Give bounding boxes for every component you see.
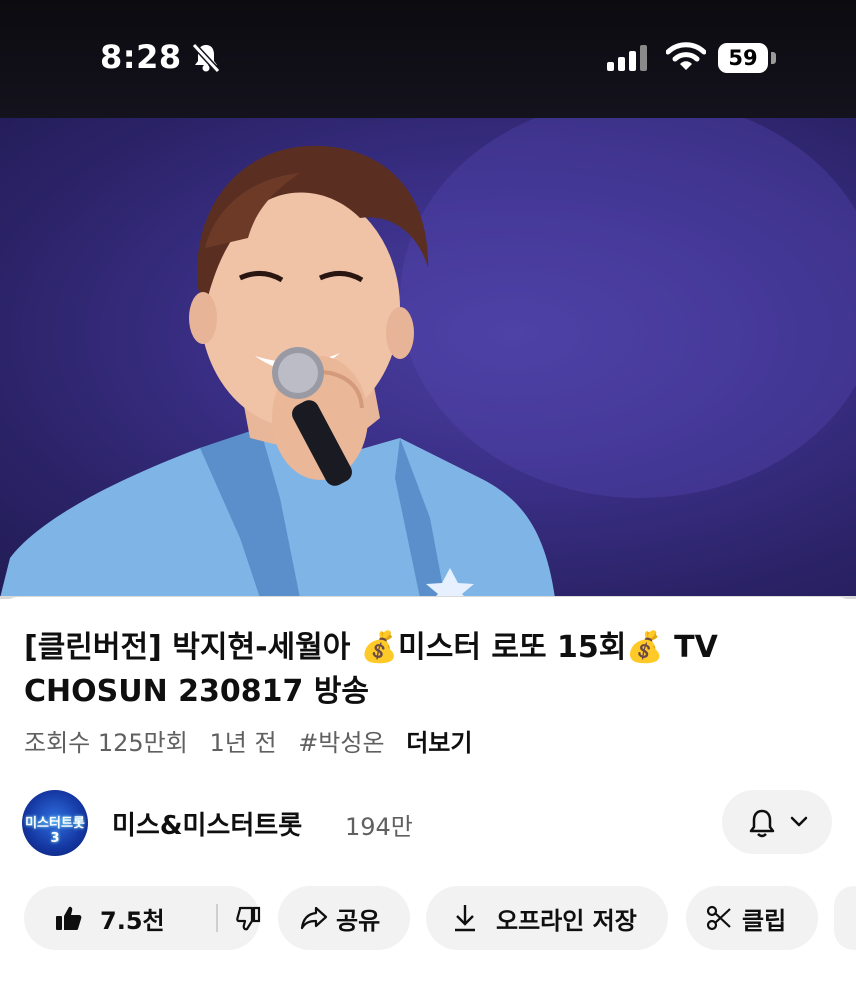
like-count[interactable]: 7.5천 [100, 901, 165, 936]
notification-settings-button[interactable] [722, 790, 832, 854]
like-divider [216, 904, 218, 932]
like-dislike-group: 7.5천 [24, 886, 262, 950]
silent-mode-icon [189, 40, 223, 78]
clip-label: 클립 [742, 907, 787, 935]
video-title[interactable]: [클린버전] 박지현-세월아 💰미스터 로또 15회💰 TV CHOSUN 23… [24, 626, 824, 714]
status-time: 8:28 [100, 38, 182, 76]
avatar-logo-text: 미스터트롯3 [25, 816, 85, 846]
more-button[interactable]: 더보기 [406, 729, 472, 757]
thumbs-down-icon[interactable] [236, 906, 262, 938]
download-label: 오프라인 저장 [496, 907, 637, 935]
video-player[interactable] [0, 118, 856, 598]
bell-icon [748, 808, 776, 842]
clip-button[interactable]: 클립 [686, 886, 818, 950]
action-bar: 7.5천 공유 오프라인 저장 클립 [0, 886, 856, 950]
status-bar: 8:28 59 [0, 0, 856, 118]
share-button[interactable]: 공유 [278, 886, 410, 950]
more-actions-button[interactable] [834, 886, 856, 950]
video-frame [0, 118, 856, 598]
share-icon [300, 905, 328, 937]
channel-avatar[interactable]: 미스터트롯3 [22, 790, 88, 856]
cellular-signal-icon [607, 45, 651, 75]
battery-indicator: 59 [718, 43, 768, 73]
wifi-icon [665, 42, 707, 76]
upload-age: 1년 전 [209, 729, 277, 757]
channel-name[interactable]: 미스&미스터트롯 [112, 805, 302, 842]
hashtag-link[interactable]: #박성온 [298, 729, 384, 757]
channel-row: 미스터트롯3 미스&미스터트롯 194만 [0, 790, 856, 856]
view-count: 조회수 125만회 [24, 729, 188, 757]
download-icon [452, 903, 478, 939]
battery-tip [771, 52, 776, 64]
scissors-icon [706, 905, 732, 937]
subscriber-count: 194만 [345, 813, 413, 841]
chevron-down-icon [790, 814, 808, 833]
download-button[interactable]: 오프라인 저장 [426, 886, 668, 950]
share-label: 공유 [336, 907, 381, 935]
video-meta[interactable]: 조회수 125만회 1년 전 #박성온 더보기 [24, 723, 486, 758]
thumbs-up-icon[interactable] [54, 904, 82, 938]
